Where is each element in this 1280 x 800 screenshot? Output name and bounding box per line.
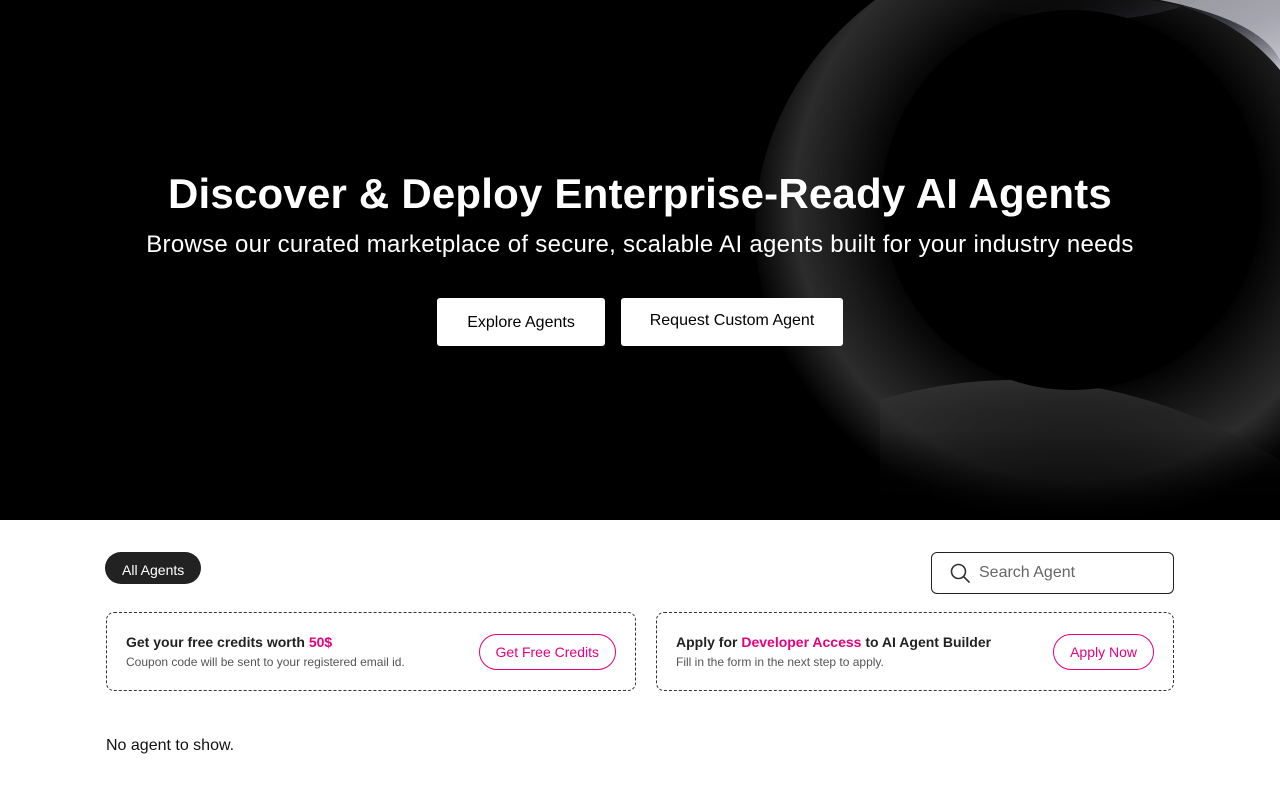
request-custom-agent-button[interactable]: Request Custom Agent <box>621 298 843 346</box>
free-credits-title: Get your free credits worth 50$ <box>126 634 332 650</box>
hero-title: Discover & Deploy Enterprise-Ready AI Ag… <box>168 170 1112 217</box>
explore-agents-button[interactable]: Explore Agents <box>437 298 605 346</box>
search-input[interactable] <box>979 564 1159 582</box>
filter-all-agents[interactable]: All Agents <box>105 552 202 584</box>
hero-decoration <box>700 0 1280 520</box>
empty-state-message: No agent to show. <box>106 737 235 754</box>
developer-access-description: Fill in the form in the next step to app… <box>676 655 884 669</box>
search-icon <box>950 563 970 583</box>
apply-now-button[interactable]: Apply Now <box>1053 634 1154 670</box>
free-credits-description: Coupon code will be sent to your registe… <box>126 655 405 669</box>
free-credits-amount: 50$ <box>308 634 333 650</box>
hero-actions: Explore Agents Request Custom Agent <box>0 298 1280 346</box>
hero-subtitle: Browse our curated marketplace of secure… <box>146 231 1134 258</box>
free-credits-card: Get your free credits worth 50$ Coupon c… <box>106 612 636 691</box>
search-box[interactable] <box>931 552 1174 594</box>
developer-access-card: Apply for Developer Access to AI Agent B… <box>656 612 1174 691</box>
agent-list-section: All Agents Get your free credits worth 5… <box>0 520 1280 800</box>
free-credits-title-text: Get your free credits worth <box>126 634 309 650</box>
developer-access-title-prefix: Apply for <box>676 634 742 650</box>
developer-access-title-suffix: to AI Agent Builder <box>861 634 992 650</box>
get-free-credits-button[interactable]: Get Free Credits <box>478 634 616 670</box>
hero-banner: Discover & Deploy Enterprise-Ready AI Ag… <box>0 0 1280 520</box>
developer-access-title: Apply for Developer Access to AI Agent B… <box>676 634 991 650</box>
developer-access-highlight: Developer Access <box>741 634 862 650</box>
